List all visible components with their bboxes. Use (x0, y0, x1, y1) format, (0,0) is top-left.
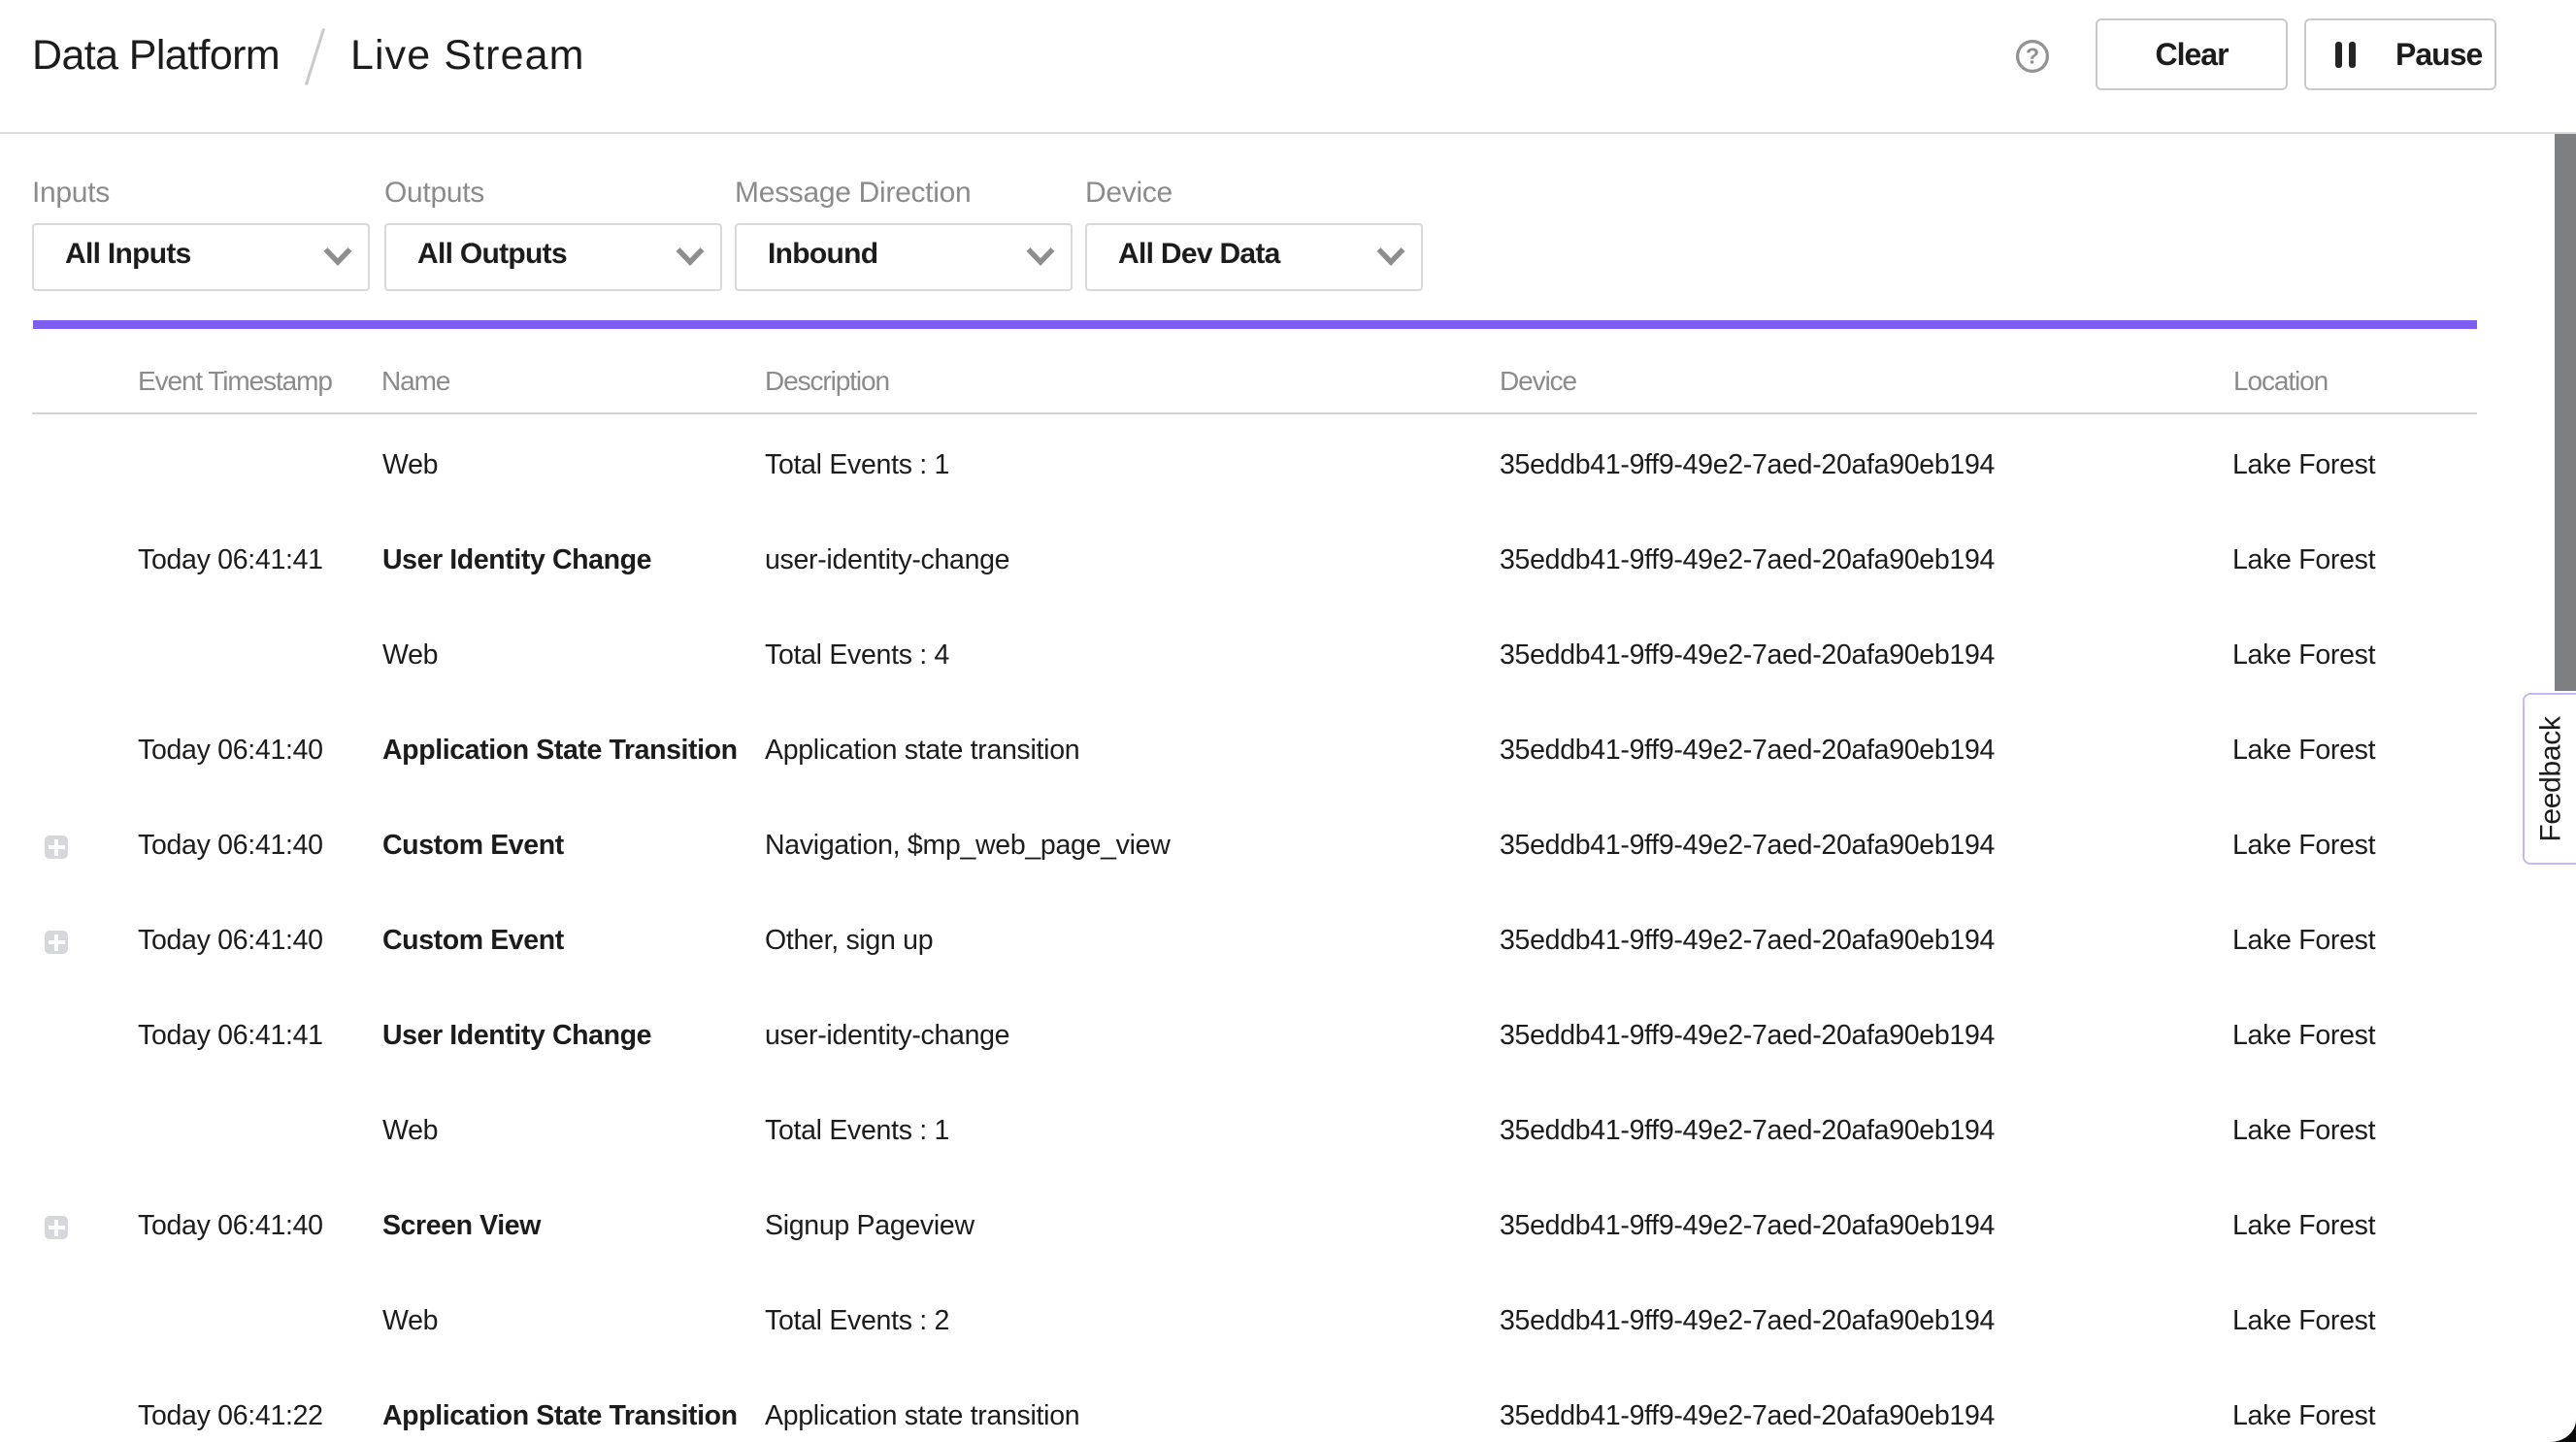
svg-text:?: ? (2026, 44, 2039, 69)
